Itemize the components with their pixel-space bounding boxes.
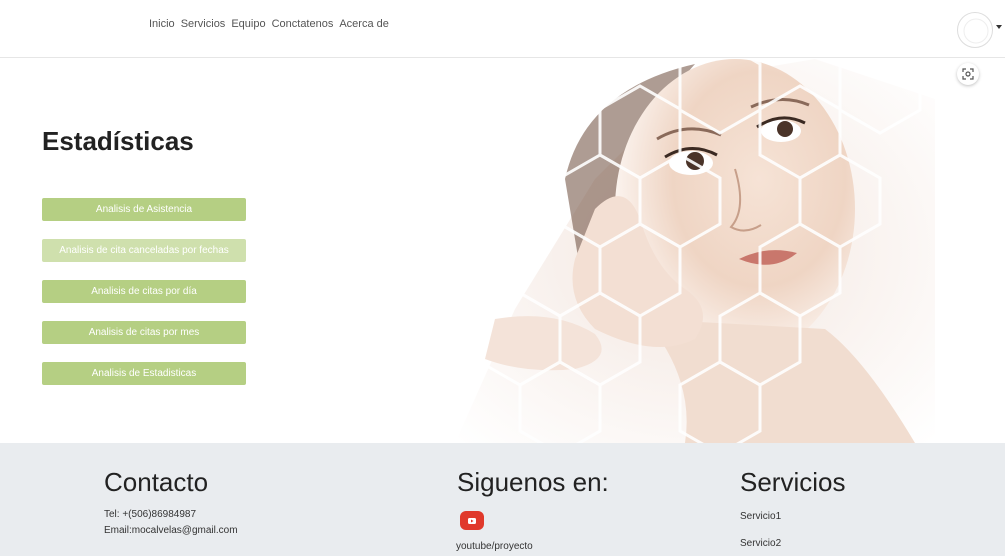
- analisis-citas-mes-button[interactable]: Analisis de citas por mes: [42, 321, 246, 344]
- contact-email: Email:mocalvelas@gmail.com: [104, 525, 238, 536]
- top-navbar: Inicio Servicios Equipo Conctatenos Acer…: [0, 0, 1005, 58]
- avatar-icon: [963, 18, 989, 44]
- service-link-2[interactable]: Servicio2: [740, 538, 781, 549]
- nav-link-contactenos[interactable]: Conctatenos: [272, 18, 334, 30]
- contact-phone: Tel: +(506)86984987: [104, 509, 197, 520]
- nav-link-inicio[interactable]: Inicio: [149, 18, 175, 30]
- contact-heading: Contacto: [104, 467, 209, 497]
- nav-link-servicios[interactable]: Servicios: [181, 18, 226, 30]
- analisis-canceladas-button[interactable]: Analisis de cita canceladas por fechas: [42, 239, 246, 262]
- scan-icon: [962, 68, 974, 80]
- nav-links: Inicio Servicios Equipo Conctatenos Acer…: [149, 18, 389, 30]
- youtube-link[interactable]: youtube/proyecto: [456, 541, 533, 552]
- follow-heading: Siguenos en:: [457, 467, 609, 497]
- services-heading: Servicios: [740, 467, 846, 497]
- chevron-down-icon[interactable]: [996, 25, 1002, 29]
- footer: [0, 443, 1005, 556]
- analisis-asistencia-button[interactable]: Analisis de Asistencia: [42, 198, 246, 221]
- avatar[interactable]: [957, 12, 993, 48]
- page-title: Estadísticas: [42, 126, 194, 156]
- nav-link-acerca[interactable]: Acerca de: [339, 18, 389, 30]
- analisis-citas-dia-button[interactable]: Analisis de citas por día: [42, 280, 246, 303]
- youtube-icon[interactable]: [460, 511, 484, 530]
- scan-button[interactable]: [957, 63, 979, 85]
- hero-image: [395, 59, 935, 443]
- analisis-estadisticas-button[interactable]: Analisis de Estadisticas: [42, 362, 246, 385]
- service-link-1[interactable]: Servicio1: [740, 511, 781, 522]
- nav-link-equipo[interactable]: Equipo: [231, 18, 265, 30]
